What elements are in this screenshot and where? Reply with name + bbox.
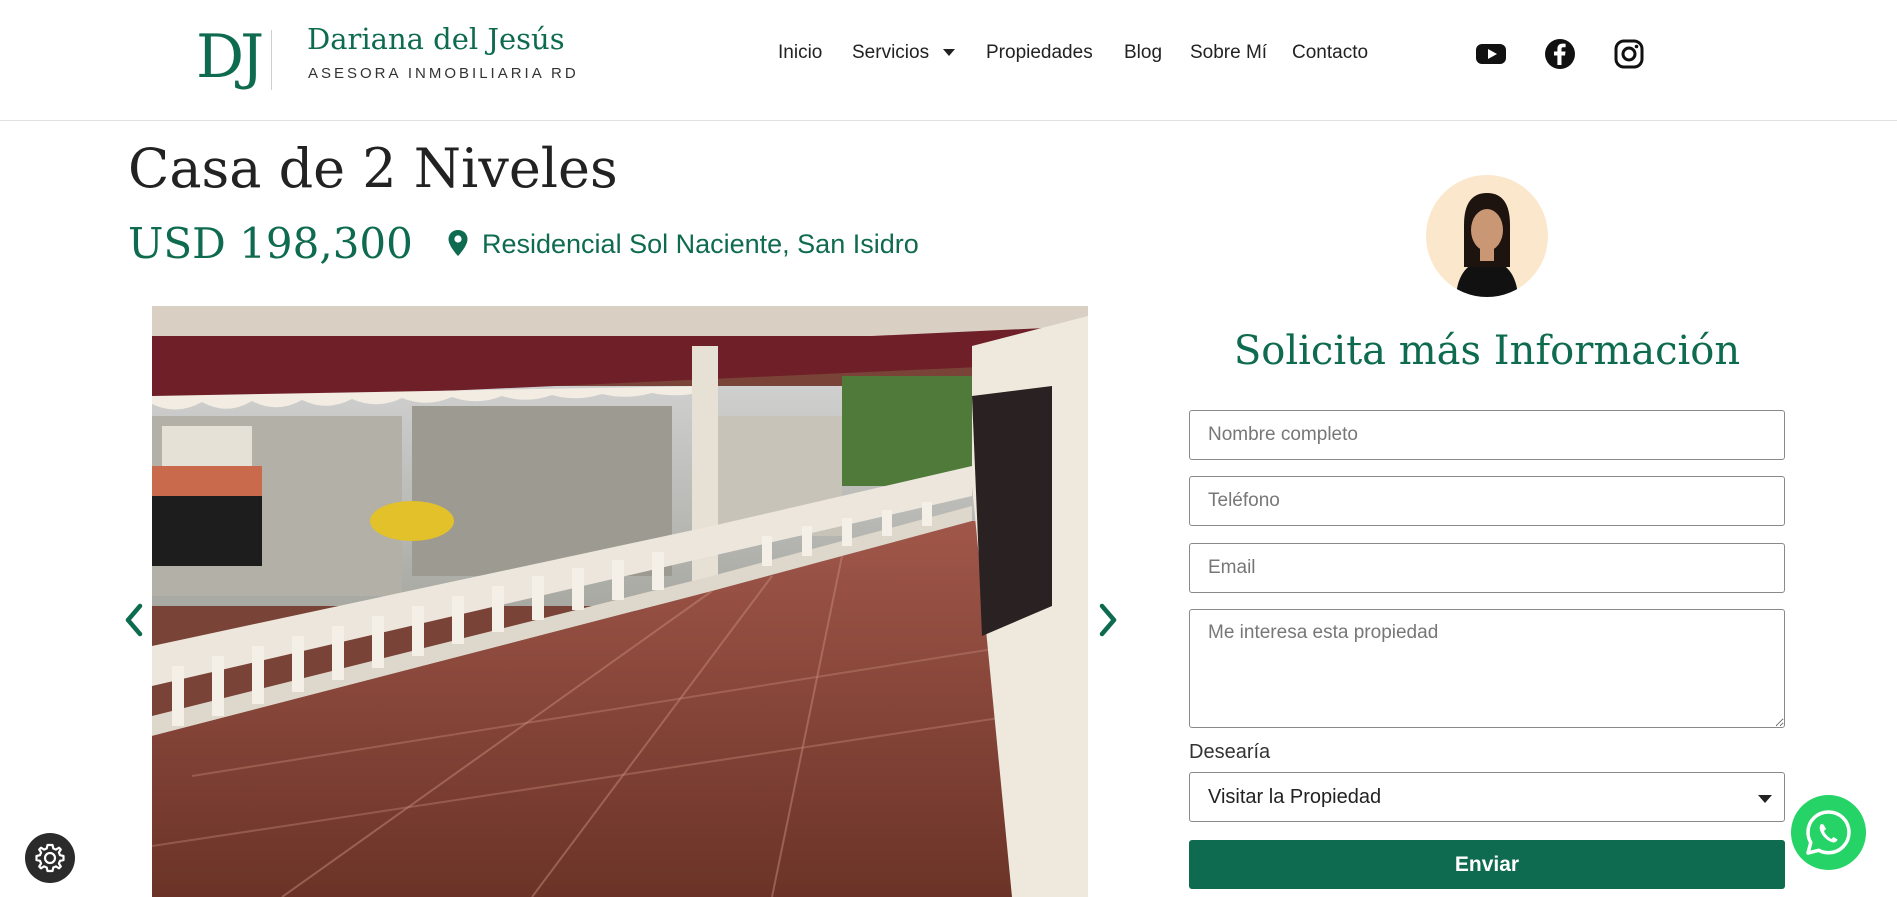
full-name-input[interactable] <box>1189 410 1785 460</box>
desearia-select[interactable]: Visitar la Propiedad <box>1189 772 1785 822</box>
site-header: DJ Dariana del Jesús ASESORA INMOBILIARI… <box>0 0 1897 121</box>
location-pin-icon <box>448 230 468 256</box>
nav-servicios[interactable]: Servicios <box>852 42 956 64</box>
nav-servicios-label: Servicios <box>852 42 930 63</box>
logo-divider <box>271 30 272 90</box>
property-location: Residencial Sol Naciente, San Isidro <box>482 229 919 259</box>
nav-contacto[interactable]: Contacto <box>1292 42 1368 64</box>
gear-icon <box>35 843 65 873</box>
submit-button[interactable]: Enviar <box>1189 840 1785 889</box>
carousel-prev-arrow-icon[interactable] <box>122 600 146 640</box>
nav-propiedades[interactable]: Propiedades <box>986 42 1093 64</box>
property-price: USD 198,300 <box>128 219 413 268</box>
cookie-settings-button[interactable] <box>25 833 75 883</box>
nav-blog[interactable]: Blog <box>1124 42 1162 64</box>
property-title: Casa de 2 Niveles <box>128 137 618 200</box>
property-photo[interactable] <box>152 306 1088 897</box>
desearia-select-value: Visitar la Propiedad <box>1208 786 1382 808</box>
facebook-icon[interactable] <box>1544 38 1576 70</box>
youtube-icon[interactable] <box>1475 38 1507 70</box>
desearia-label: Desearía <box>1189 741 1271 763</box>
phone-input[interactable] <box>1189 476 1785 526</box>
instagram-icon[interactable] <box>1613 38 1645 70</box>
carousel-next-arrow-icon[interactable] <box>1096 600 1120 640</box>
whatsapp-button[interactable] <box>1791 795 1866 870</box>
brand-subtitle: ASESORA INMOBILIARIA RD <box>308 65 579 82</box>
agent-avatar <box>1426 175 1548 297</box>
nav-inicio[interactable]: Inicio <box>778 42 822 64</box>
nav-sobre-mi[interactable]: Sobre Mí <box>1190 42 1267 64</box>
whatsapp-icon <box>1806 810 1851 855</box>
chevron-down-icon <box>1758 795 1772 803</box>
agent-avatar-image <box>1456 193 1518 297</box>
brand-name[interactable]: Dariana del Jesús <box>307 22 565 56</box>
email-input[interactable] <box>1189 543 1785 593</box>
form-title: Solicita más Información <box>1233 328 1741 374</box>
logo-monogram[interactable]: DJ <box>196 22 264 92</box>
property-photo-image <box>152 306 1088 897</box>
message-textarea[interactable] <box>1189 609 1785 728</box>
chevron-down-icon <box>943 49 956 57</box>
